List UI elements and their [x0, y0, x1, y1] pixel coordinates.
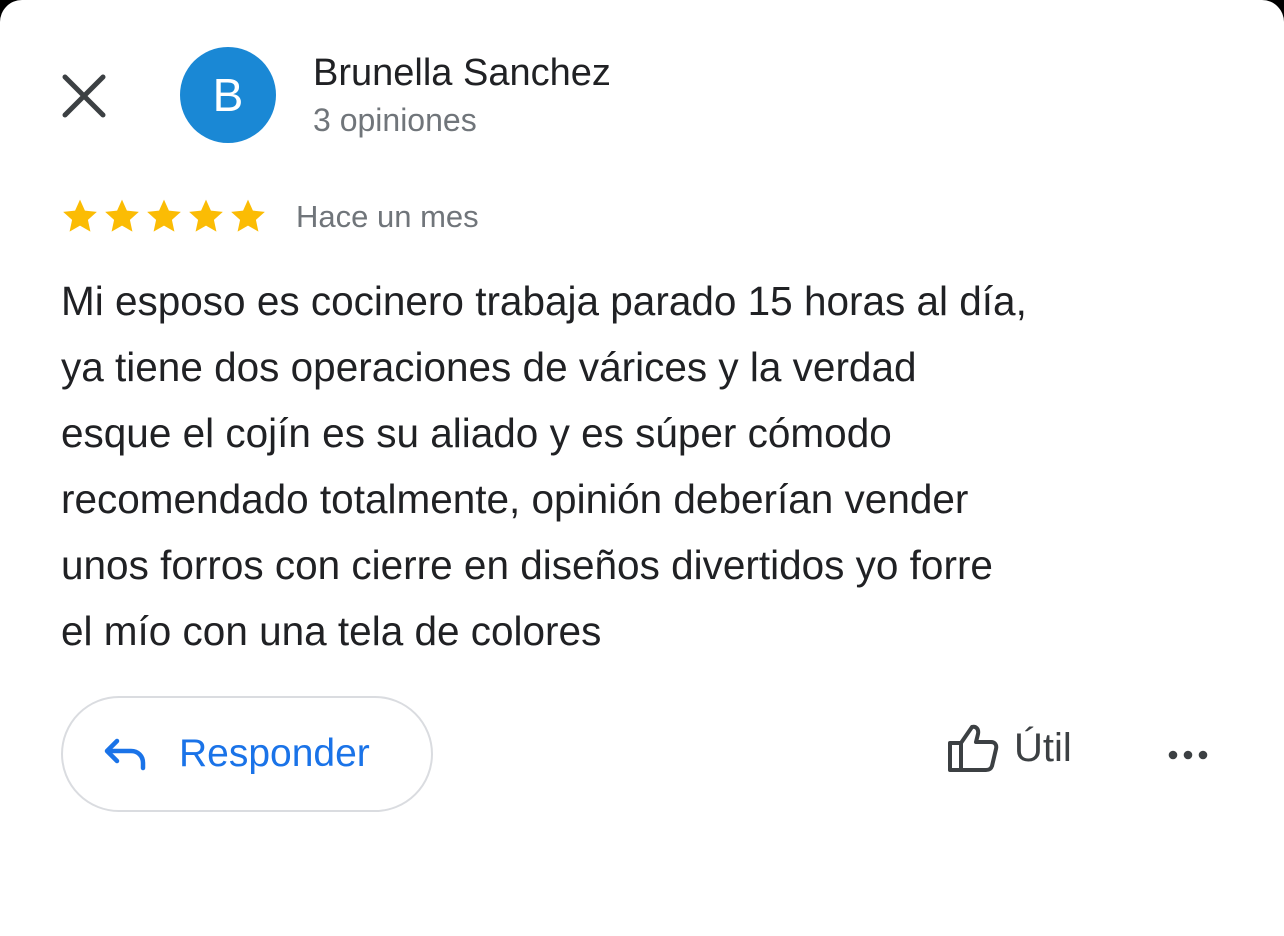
review-text: Mi esposo es cocinero trabaja parado 15 … — [61, 268, 1231, 664]
thumbs-up-icon — [948, 724, 999, 772]
helpful-button[interactable]: Útil — [946, 722, 1072, 774]
reply-button[interactable]: Responder — [61, 696, 433, 812]
star-icon — [105, 199, 139, 232]
review-text-line: recomendado totalmente, opinión deberían… — [61, 476, 969, 522]
review-text-line: esque el cojín es su aliado y es súper c… — [61, 410, 892, 456]
review-text-line: unos forros con cierre en diseños divert… — [61, 542, 993, 588]
review-text-line: Mi esposo es cocinero trabaja parado 15 … — [61, 278, 1027, 324]
star-icon — [189, 199, 223, 232]
more-options-button[interactable] — [1160, 735, 1216, 775]
star-icon — [147, 199, 181, 232]
review-time: Hace un mes — [296, 199, 479, 234]
close-button[interactable] — [56, 68, 112, 124]
star-icon — [231, 199, 265, 232]
helpful-label: Útil — [1014, 725, 1072, 770]
close-icon — [62, 74, 106, 118]
review-count[interactable]: 3 opiniones — [313, 100, 477, 140]
star-rating — [60, 196, 268, 236]
reply-arrow-icon — [104, 738, 146, 771]
avatar-initial: B — [212, 69, 244, 121]
review-text-line: ya tiene dos operaciones de várices y la… — [61, 344, 917, 390]
more-horizontal-icon — [1168, 750, 1208, 760]
review-sheet: B Brunella Sanchez 3 opiniones Hace un m… — [0, 0, 1284, 936]
reviewer-name[interactable]: Brunella Sanchez — [313, 50, 611, 96]
star-icon — [63, 199, 97, 232]
reply-label: Responder — [179, 732, 370, 775]
review-text-line: el mío con una tela de colores — [61, 608, 602, 654]
avatar[interactable]: B — [180, 47, 276, 143]
